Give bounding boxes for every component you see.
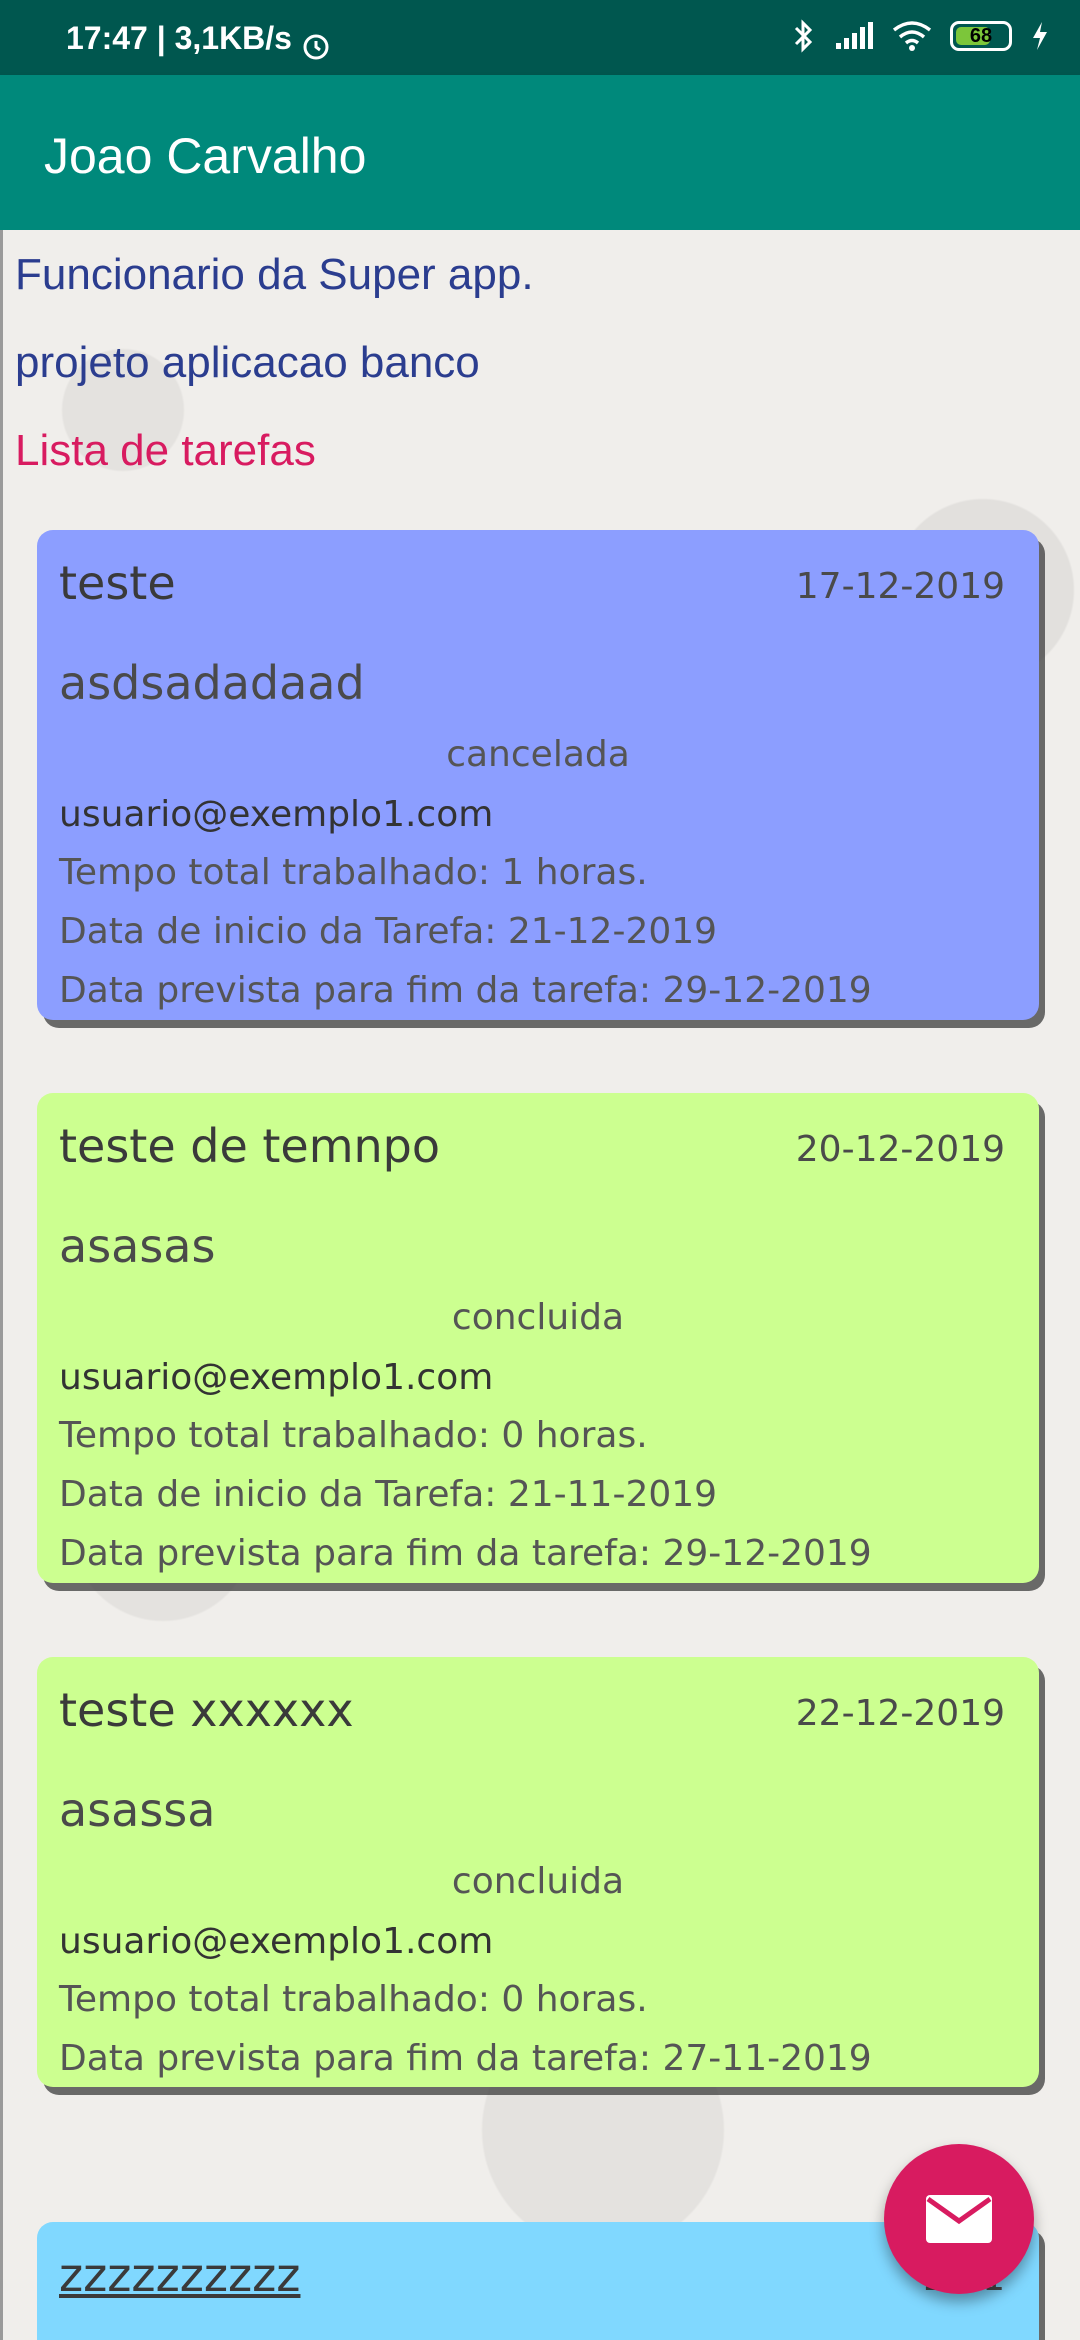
app-bar: Joao Carvalho <box>0 75 1080 230</box>
task-end-date: Data prevista para fim da tarefa: 27-11-… <box>59 2038 872 2079</box>
task-title: teste de temnpo <box>59 1119 441 1173</box>
employee-role: Funcionario da Super app. <box>15 250 534 299</box>
wifi-icon <box>892 21 932 51</box>
task-start-date: Data de inicio da Tarefa: 21-12-2019 <box>59 911 718 952</box>
task-status: concluida <box>451 1297 625 1338</box>
task-date: 22-12-2019 <box>795 1693 1005 1734</box>
task-start-date: Data de inicio da Tarefa: 21-11-2019 <box>59 1474 718 1515</box>
task-date: 20-12-2019 <box>795 1129 1005 1170</box>
task-email: usuario@exemplo1.com <box>59 1357 494 1398</box>
app-bar-title: Joao Carvalho <box>44 128 367 184</box>
task-email: usuario@exemplo1.com <box>59 794 494 835</box>
status-time: 17:47 | 3,1KB/s <box>66 20 292 56</box>
send-email-fab[interactable] <box>884 2144 1034 2294</box>
task-description: asassa <box>59 1783 216 1837</box>
task-date: 17-12-2019 <box>795 566 1005 607</box>
charging-icon <box>1033 22 1047 50</box>
signal-icon <box>836 22 873 49</box>
task-title: zzzzzzzzzz <box>59 2248 301 2302</box>
task-end-date: Data prevista para fim da tarefa: 29-12-… <box>59 1533 872 1574</box>
content-area[interactable]: Funcionario da Super app. projeto aplica… <box>0 230 1080 2340</box>
task-status: concluida <box>451 1861 625 1902</box>
mail-icon <box>926 2195 992 2243</box>
task-end-date: Data prevista para fim da tarefa: 29-12-… <box>59 970 872 1011</box>
task-list-title: Lista de tarefas <box>15 426 316 475</box>
battery-level: 68 <box>969 24 993 47</box>
status-bar: 17:47 | 3,1KB/s 68 <box>0 0 1080 75</box>
task-title: teste xxxxxx <box>59 1683 354 1737</box>
task-description: asdsadadaad <box>59 656 365 710</box>
task-time-worked: Tempo total trabalhado: 0 horas. <box>59 1979 648 2020</box>
task-description: asasas <box>59 1219 216 1273</box>
task-time-worked: Tempo total trabalhado: 1 horas. <box>59 852 648 893</box>
task-card[interactable]: teste xxxxxx 22-12-2019 asassa concluida… <box>37 1657 1039 2087</box>
task-card[interactable]: teste 17-12-2019 asdsadadaad cancelada u… <box>37 530 1039 1020</box>
battery-icon: 68 <box>950 21 1012 51</box>
task-email: usuario@exemplo1.com <box>59 1921 494 1962</box>
alarm-icon <box>303 34 329 60</box>
task-status: cancelada <box>446 734 630 775</box>
status-icons: 68 <box>792 18 1050 54</box>
bluetooth-icon <box>794 19 813 53</box>
task-card[interactable]: teste de temnpo 20-12-2019 asasas conclu… <box>37 1093 1039 1583</box>
task-title: teste <box>59 556 176 610</box>
task-time-worked: Tempo total trabalhado: 0 horas. <box>59 1415 648 1456</box>
project-name: projeto aplicacao banco <box>15 338 480 387</box>
